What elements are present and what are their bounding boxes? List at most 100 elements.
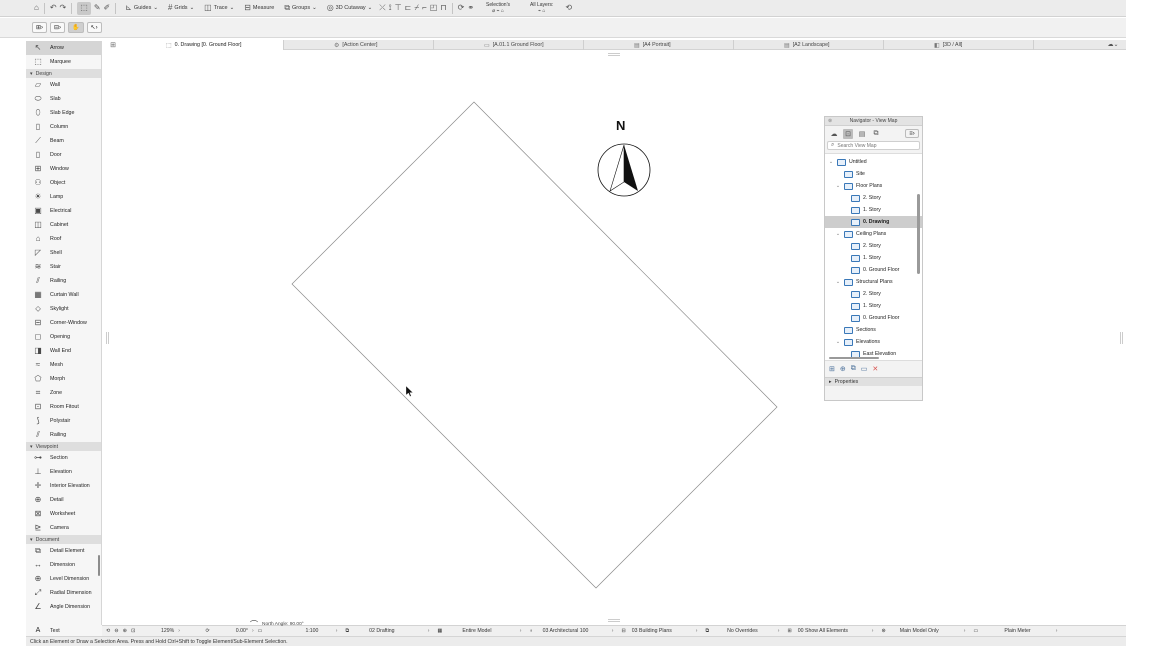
- graphic-override-field[interactable]: ⧉ No Overrides ›: [701, 628, 783, 635]
- trim-icon[interactable]: ⊤: [395, 4, 402, 12]
- undo-icon[interactable]: ↶: [50, 4, 57, 12]
- redo-icon[interactable]: ↷: [60, 4, 67, 12]
- navigator-properties[interactable]: ▸ Properties: [825, 377, 922, 386]
- selection-tool-button[interactable]: ⬚: [77, 1, 91, 15]
- tree-item[interactable]: ⌄ Elevations: [825, 336, 922, 348]
- tool-stair[interactable]: ≋ Stair: [26, 260, 101, 274]
- fit-window-icon[interactable]: ⊡: [131, 628, 135, 634]
- groups-button[interactable]: ⧉ Groups ⌄: [281, 2, 319, 15]
- tool-skylight[interactable]: ⬦ Skylight: [26, 302, 101, 316]
- tool-arrow[interactable]: ↖ Arrow: [26, 41, 101, 55]
- tool-wall[interactable]: ▱ Wall: [26, 78, 101, 92]
- search-input[interactable]: [837, 142, 908, 149]
- section-document[interactable]: ▾ Document: [26, 535, 101, 544]
- tree-horizontal-scrollbar[interactable]: [829, 357, 879, 359]
- tab-overview-icon[interactable]: ⊞: [106, 40, 120, 50]
- home-icon[interactable]: ⌂: [34, 4, 39, 12]
- fillet-icon[interactable]: ⌐: [422, 4, 427, 12]
- chevron-down-icon[interactable]: ⌄: [835, 231, 841, 237]
- tool-zone[interactable]: ⌗ Zone: [26, 386, 101, 400]
- tool-slab-edge[interactable]: ⬯ Slab Edge: [26, 106, 101, 120]
- tree-item[interactable]: ⌄ Untitled: [825, 156, 922, 168]
- tool-level-dimension[interactable]: ⊕ Level Dimension: [26, 572, 101, 586]
- project-map-icon[interactable]: ☁: [829, 129, 839, 139]
- tool-polystair[interactable]: ⟆ Polystair: [26, 414, 101, 428]
- measure-button[interactable]: ⊟ Measure: [241, 2, 277, 15]
- slab-outline[interactable]: [291, 101, 778, 589]
- close-icon[interactable]: ⊗: [828, 118, 832, 124]
- navigator-title-bar[interactable]: ⊗ Navigator - View Map: [825, 117, 922, 126]
- structural-display-field[interactable]: ⊞ 00 Show All Elements ›: [783, 628, 877, 634]
- toolbox-scrollbar[interactable]: [98, 555, 100, 576]
- tool-worksheet[interactable]: ⊠ Worksheet: [26, 507, 101, 521]
- drawing-canvas[interactable]: [103, 51, 1126, 625]
- tool-corner-window[interactable]: ⊟ Corner-Window: [26, 316, 101, 330]
- renovation-icon[interactable]: ⟳: [458, 4, 465, 12]
- renovation-filter-field[interactable]: ⊟ 03 Building Plans ›: [617, 628, 701, 634]
- navigator-search[interactable]: ⌕: [827, 141, 920, 150]
- tree-item[interactable]: 2. Story: [825, 192, 922, 204]
- navigator-menu-button[interactable]: ≡›: [905, 129, 919, 138]
- zoom-out-icon[interactable]: ⊖: [114, 628, 118, 634]
- tree-scrollbar[interactable]: [917, 194, 920, 274]
- tool-opening[interactable]: ◻ Opening: [26, 330, 101, 344]
- drafting-aid-icon[interactable]: ⟟: [389, 4, 392, 12]
- hand-button[interactable]: ✋: [68, 22, 84, 33]
- tab-a4-portrait[interactable]: ▤ [A4 Portrait]: [584, 40, 734, 50]
- tree-item[interactable]: ⌄ Floor Plans: [825, 180, 922, 192]
- tree-item[interactable]: ⌄ Ceiling Plans: [825, 228, 922, 240]
- tool-dimension[interactable]: ↔ Dimension: [26, 558, 101, 572]
- tool-railing[interactable]: ⫽ Railing: [26, 428, 101, 442]
- grids-button[interactable]: # Grids ⌄: [165, 2, 197, 15]
- tool-beam[interactable]: ⟋ Beam: [26, 134, 101, 148]
- intersect-icon[interactable]: ⌿: [414, 4, 419, 12]
- tool-electrical[interactable]: ▣ Electrical: [26, 204, 101, 218]
- tool-shell[interactable]: ◸ Shell: [26, 246, 101, 260]
- cutaway-button[interactable]: ◎ 3D Cutaway ⌄: [324, 2, 376, 15]
- tool-column[interactable]: ▯ Column: [26, 120, 101, 134]
- link-icon[interactable]: ⚭: [467, 4, 474, 12]
- resize-handle-bottom[interactable]: [608, 619, 620, 622]
- tree-item[interactable]: 2. Story: [825, 240, 922, 252]
- compass-icon[interactable]: [597, 143, 651, 197]
- tree-item[interactable]: 1. Story: [825, 252, 922, 264]
- tree-item[interactable]: Sections: [825, 324, 922, 336]
- clone-view-icon[interactable]: ⧉: [851, 365, 856, 373]
- layout-toggle-button[interactable]: ⊞›: [32, 22, 48, 33]
- guides-button[interactable]: ⊾ Guides ⌄: [122, 2, 161, 15]
- tree-item[interactable]: 2. Story: [825, 288, 922, 300]
- tool-window[interactable]: ⊞ Window: [26, 162, 101, 176]
- new-folder-icon[interactable]: ⊞: [829, 365, 835, 373]
- tool-angle-dimension[interactable]: ∠ Angle Dimension: [26, 600, 101, 614]
- zoom-in-icon[interactable]: ⊕: [123, 628, 127, 634]
- tab-menu-button[interactable]: ☁⌄: [1100, 40, 1126, 49]
- tool-room-fitout[interactable]: ⊡ Room Fitout: [26, 400, 101, 414]
- resize-handle-right[interactable]: [1120, 332, 1123, 344]
- model-only-field[interactable]: ⊛ Main Model Only ›: [877, 628, 969, 634]
- save-view-icon[interactable]: ⊕: [840, 365, 846, 373]
- resize-handle-top[interactable]: [608, 53, 620, 56]
- tool-detail[interactable]: ⊕ Detail: [26, 493, 101, 507]
- tree-item[interactable]: 1. Story: [825, 204, 922, 216]
- tool-morph[interactable]: ⬠ Morph: [26, 372, 101, 386]
- tool-interior-elevation[interactable]: ✛ Interior Elevation: [26, 479, 101, 493]
- section-viewpoint[interactable]: ▾ Viewpoint: [26, 442, 101, 451]
- tool-camera[interactable]: ⊵ Camera: [26, 521, 101, 535]
- tool-radial-dimension[interactable]: ⤢ Radial Dimension: [26, 586, 101, 600]
- tree-item[interactable]: 0. Ground Floor: [825, 312, 922, 324]
- open-view-icon[interactable]: ▭: [861, 365, 868, 373]
- tool-door[interactable]: ▯ Door: [26, 148, 101, 162]
- tool-curtain-wall[interactable]: ▦ Curtain Wall: [26, 288, 101, 302]
- tab-3d-all[interactable]: ◧ [3D / All]: [884, 40, 1034, 50]
- tool-lamp[interactable]: ☀ Lamp: [26, 190, 101, 204]
- chevron-down-icon[interactable]: ⌄: [835, 183, 841, 189]
- pick-up-icon[interactable]: ✎: [94, 4, 101, 12]
- delete-icon[interactable]: ✕: [872, 365, 878, 373]
- section-design[interactable]: ▾ Design: [26, 69, 101, 78]
- arrow-mode-button[interactable]: ↖›: [86, 22, 102, 33]
- tree-item[interactable]: ⌄ Structural Plans: [825, 276, 922, 288]
- tool-marquee[interactable]: ⬚ Marquee: [26, 55, 101, 69]
- tool-slab[interactable]: ⬭ Slab: [26, 92, 101, 106]
- tree-item[interactable]: 0. Ground Floor: [825, 264, 922, 276]
- tab-0-drawing[interactable]: ⬚ 0. Drawing [0. Ground Floor]: [120, 40, 284, 50]
